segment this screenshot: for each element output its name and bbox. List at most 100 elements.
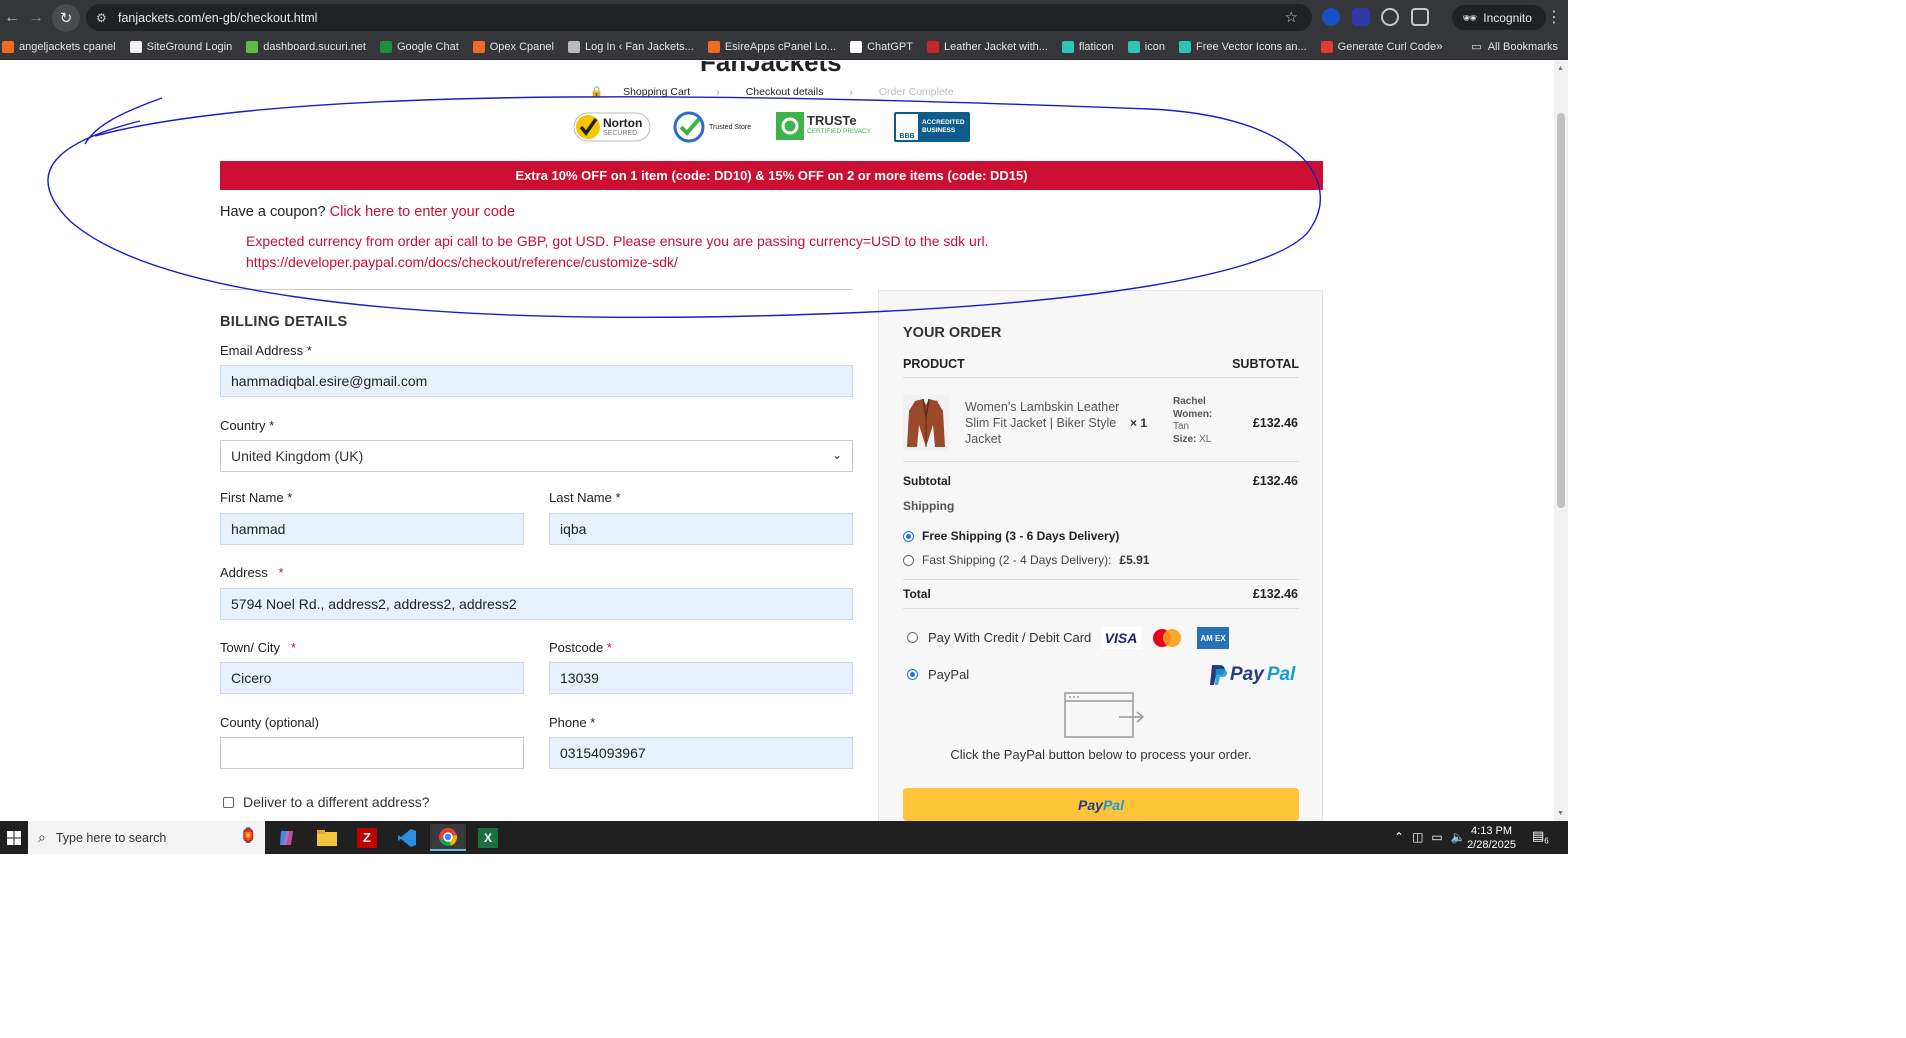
- payment-option-paypal[interactable]: PayPal: [907, 667, 969, 682]
- bookmark-item[interactable]: Opex Cpanel: [472, 41, 554, 53]
- deliver-different-address[interactable]: Deliver to a different address?: [223, 794, 430, 810]
- clock[interactable]: 4:13 PM 2/28/2025: [1467, 824, 1516, 852]
- folder-icon: ▭: [1471, 41, 1482, 53]
- error-link[interactable]: https://developer.paypal.com/docs/checko…: [246, 252, 1066, 273]
- bookmark-item[interactable]: Free Vector Icons an...: [1178, 41, 1307, 53]
- volume-icon[interactable]: 🔈: [1451, 830, 1466, 844]
- menu-kebab-icon[interactable]: ⋮: [1546, 7, 1562, 27]
- bookmark-item[interactable]: Leather Jacket with...: [926, 41, 1048, 53]
- product-name[interactable]: Women's Lambskin Leather Slim Fit Jacket…: [965, 399, 1125, 447]
- url-text[interactable]: fanjackets.com/en-gb/checkout.html: [118, 11, 317, 25]
- payment-card-radio[interactable]: [907, 632, 918, 643]
- bookmark-item[interactable]: flaticon: [1061, 41, 1114, 53]
- last-name-field[interactable]: iqba: [549, 513, 853, 545]
- extension-icon[interactable]: [1322, 8, 1340, 26]
- bookmark-item[interactable]: EsireApps cPanel Lo...: [707, 41, 836, 53]
- email-label: Email Address *: [220, 343, 312, 358]
- paypal-redirect-note: Click the PayPal button below to process…: [950, 747, 1252, 762]
- truste-badge: TRUSTe CERTIFIED PRIVACY: [776, 112, 871, 140]
- bookmark-favicon-icon: [707, 41, 720, 53]
- shipping-free-label: Free Shipping (3 - 6 Days Delivery): [922, 529, 1120, 543]
- meet-icon[interactable]: ◫: [1412, 830, 1423, 844]
- extensions-puzzle-icon[interactable]: [1411, 8, 1429, 26]
- notification-icon[interactable]: ▤6: [1532, 828, 1549, 846]
- postcode-label: Postcode *: [549, 640, 612, 655]
- bookmark-item[interactable]: Generate Curl Code: [1320, 41, 1437, 53]
- excel-icon[interactable]: X: [470, 824, 506, 851]
- trusted-store-label: Trusted Store: [709, 123, 752, 131]
- country-select[interactable]: United Kingdom (UK) ⌄: [220, 440, 853, 472]
- step-shopping-cart[interactable]: Shopping Cart: [623, 86, 690, 98]
- chevron-right-icon: ›: [849, 85, 853, 98]
- scrollbar-thumb[interactable]: [1557, 113, 1565, 508]
- vscode-icon[interactable]: [389, 824, 425, 851]
- payment-option-card[interactable]: Pay With Credit / Debit Card: [907, 630, 1091, 645]
- page-scrollbar[interactable]: ▲ ▼: [1554, 61, 1568, 821]
- bookmark-item[interactable]: icon: [1127, 41, 1165, 53]
- address-field[interactable]: 5794 Noel Rd., address2, address2, addre…: [220, 588, 853, 620]
- divider: [903, 608, 1299, 609]
- email-field[interactable]: hammadiqbal.esire@gmail.com: [220, 365, 853, 397]
- globe-icon[interactable]: [1381, 8, 1399, 26]
- shipping-fast-radio[interactable]: [903, 554, 914, 566]
- bookmark-item[interactable]: angeljackets cpanel: [2, 41, 116, 53]
- bookmark-star-icon[interactable]: ☆: [1285, 8, 1298, 26]
- subtotal-label: Subtotal: [903, 474, 951, 488]
- bookmark-item[interactable]: Log In ‹ Fan Jackets...: [567, 41, 694, 53]
- bookmark-item[interactable]: dashboard.sucuri.net: [246, 41, 366, 53]
- file-explorer-icon[interactable]: [309, 824, 345, 851]
- search-icon: ⌕: [38, 829, 46, 845]
- norton-label: Norton: [603, 116, 643, 130]
- back-icon[interactable]: ←: [0, 6, 24, 30]
- scroll-down-icon[interactable]: ▼: [1557, 810, 1564, 817]
- deliver-different-checkbox[interactable]: [223, 796, 234, 808]
- all-bookmarks[interactable]: ▭ All Bookmarks: [1471, 40, 1558, 54]
- payment-paypal-radio[interactable]: [907, 669, 918, 680]
- bookmark-item[interactable]: Google Chat: [379, 41, 459, 53]
- phone-field[interactable]: 03154093967: [549, 737, 853, 769]
- bookmark-label: Generate Curl Code: [1337, 41, 1437, 53]
- reload-icon[interactable]: ↻: [52, 4, 80, 32]
- paypal-button-text-1: Pay: [1078, 796, 1103, 813]
- scroll-up-icon[interactable]: ▲: [1557, 65, 1564, 72]
- bookmark-item[interactable]: ChatGPT: [850, 41, 913, 53]
- county-field[interactable]: [220, 737, 524, 769]
- site-title[interactable]: FanJackets: [700, 61, 842, 78]
- address-bar[interactable]: ⚙ fanjackets.com/en-gb/checkout.html ☆: [86, 4, 1312, 31]
- postcode-field[interactable]: 13039: [549, 662, 853, 694]
- extension-icon[interactable]: [1352, 8, 1370, 26]
- promo-banner: Extra 10% OFF on 1 item (code: DD10) & 1…: [220, 161, 1323, 190]
- taskbar-search[interactable]: ⌕ Type here to search 🏮: [28, 821, 265, 854]
- checkout-page: FanJackets 🔒 Shopping Cart › Checkout de…: [0, 61, 1554, 821]
- forward-icon[interactable]: →: [24, 6, 48, 30]
- product-thumbnail: [903, 395, 949, 451]
- bookmarks-overflow-icon[interactable]: »: [1436, 39, 1443, 53]
- chrome-icon[interactable]: [430, 824, 466, 851]
- bookmark-label: Log In ‹ Fan Jackets...: [584, 41, 694, 53]
- shipping-option-free[interactable]: Free Shipping (3 - 6 Days Delivery): [903, 529, 1119, 543]
- bookmark-item[interactable]: SiteGround Login: [129, 41, 232, 53]
- shipping-free-radio[interactable]: [903, 530, 914, 542]
- chevron-down-icon: ⌄: [831, 448, 842, 462]
- taskbar-search-placeholder: Type here to search: [55, 830, 167, 845]
- incognito-chip[interactable]: 🕶 Incognito: [1452, 5, 1546, 30]
- truste-label: TRUSTe: [807, 113, 857, 128]
- town-field[interactable]: Cicero: [220, 662, 524, 694]
- network-icon[interactable]: ▭: [1431, 830, 1442, 844]
- paypal-error-message: Expected currency from order api call to…: [246, 231, 1066, 273]
- filezilla-icon[interactable]: Z: [349, 824, 385, 851]
- first-name-field[interactable]: hammad: [220, 513, 524, 545]
- windows-start-icon[interactable]: [0, 821, 28, 854]
- shipping-option-fast[interactable]: Fast Shipping (2 - 4 Days Delivery): £5.…: [903, 553, 1149, 567]
- mastercard-icon: [1153, 629, 1181, 647]
- product-quantity: × 1: [1130, 416, 1148, 430]
- chevron-right-icon: ›: [716, 85, 720, 98]
- copilot-icon[interactable]: [269, 824, 305, 851]
- bbb-badge: BBB ACCREDITED BUSINESS: [894, 112, 970, 142]
- paypal-checkout-button[interactable]: Pay Pal: [903, 788, 1299, 821]
- chevron-up-icon[interactable]: ⌃: [1394, 830, 1404, 844]
- site-info-icon[interactable]: ⚙: [96, 11, 116, 25]
- step-order-complete: Order Complete: [878, 85, 954, 98]
- coupon-link[interactable]: Click here to enter your code: [330, 204, 515, 220]
- first-name-label: First Name *: [220, 490, 293, 505]
